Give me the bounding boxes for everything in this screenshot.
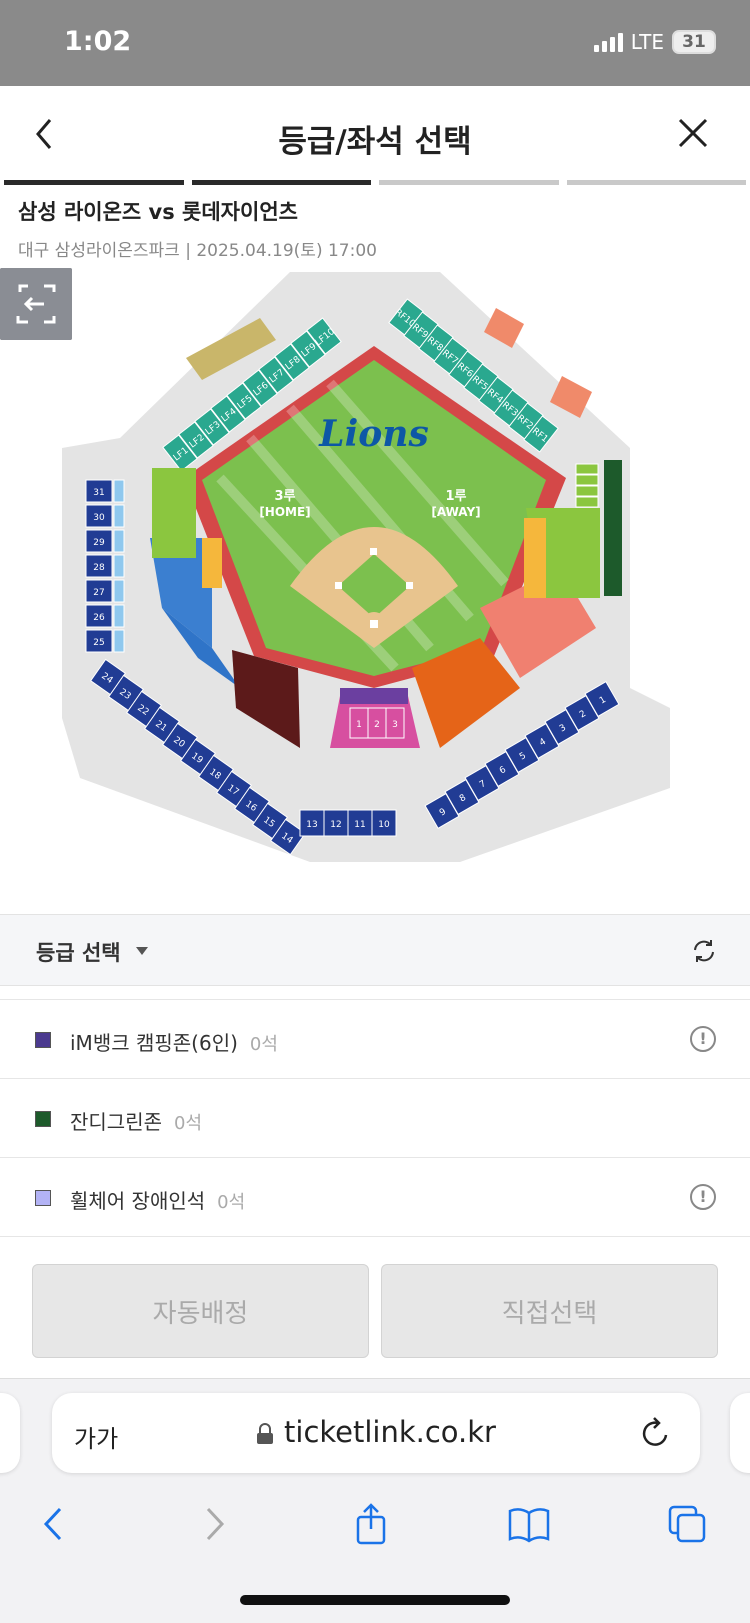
section-h3-label: 3: [392, 720, 398, 730]
lock-icon: [257, 1423, 274, 1444]
reload-icon[interactable]: [640, 1415, 672, 1451]
section-30-label: 30: [93, 513, 105, 523]
event-info: 삼성 라이온즈 vs 롯데자이언츠 대구 삼성라이온즈파크 | 2025.04.…: [18, 196, 377, 261]
battery-icon: 31: [672, 30, 716, 54]
first-base-outfield-rows: [575, 463, 599, 508]
section-31-aisle[interactable]: [113, 479, 125, 503]
section-10-label: 10: [378, 820, 390, 830]
grade-select-header[interactable]: 등급 선택: [0, 914, 750, 986]
info-icon[interactable]: !: [690, 1026, 716, 1052]
action-buttons: 자동배정 직접선택: [32, 1264, 718, 1358]
third-base-yellow-block: [202, 538, 222, 588]
step-indicator-4: [566, 180, 746, 185]
url-text: ticketlink.co.kr: [284, 1415, 496, 1449]
third-base-sublabel: [HOME]: [259, 505, 310, 519]
grade-item[interactable]: iM뱅크 캠핑존(6인) 0석 !: [0, 999, 750, 1079]
auto-assign-button[interactable]: 자동배정: [32, 1264, 369, 1358]
section-12-label: 12: [330, 820, 341, 830]
info-icon[interactable]: !: [690, 1184, 716, 1210]
section-29-label: 29: [93, 538, 105, 548]
section-28-aisle[interactable]: [113, 554, 125, 578]
section-30-aisle[interactable]: [113, 504, 125, 528]
grade-color-swatch: [35, 1190, 51, 1206]
grass-green-zone: [604, 460, 622, 596]
second-base: [370, 548, 377, 555]
home-plate-sections: 1 2 3: [349, 707, 405, 739]
first-base-yellow-block: [524, 518, 546, 598]
step-indicator-2: [191, 180, 371, 185]
section-31-label: 31: [93, 488, 104, 498]
grade-seat-count: 0석: [174, 1113, 203, 1134]
grade-name: 휠체어 장애인석: [70, 1189, 206, 1213]
previous-tab-card[interactable]: [0, 1393, 20, 1473]
tabs-icon[interactable]: [664, 1501, 710, 1547]
section-27-label: 27: [93, 588, 104, 598]
grade-name: iM뱅크 캠핑존(6인): [70, 1031, 238, 1055]
address-bar[interactable]: 가가 ticketlink.co.kr: [52, 1393, 700, 1473]
section-26-aisle[interactable]: [113, 604, 125, 628]
stadium-map[interactable]: LF1LF2LF3LF4LF5LF6LF7LF8LF9LF10 RF10RF9R…: [0, 268, 750, 898]
section-27-aisle[interactable]: [113, 579, 125, 603]
first-base-sublabel: [AWAY]: [431, 505, 480, 519]
grade-color-swatch: [35, 1032, 51, 1048]
grade-name: 잔디그린존: [70, 1110, 162, 1134]
grade-list: iM뱅크 캠핑존(6인) 0석 ! 잔디그린존 0석 휠체어 장애인석 0석 !: [0, 999, 750, 1237]
forward-nav-icon[interactable]: [190, 1501, 236, 1547]
page-title: 등급/좌석 선택: [278, 124, 472, 160]
status-indicators: LTE 31: [593, 30, 716, 54]
grade-item[interactable]: 잔디그린존 0석: [0, 1078, 750, 1158]
section-h2-label: 2: [374, 720, 380, 730]
browser-toolbar: [0, 1491, 750, 1561]
grade-select-title[interactable]: 등급 선택: [36, 937, 121, 967]
home-indicator: [240, 1595, 510, 1605]
next-tab-card[interactable]: [730, 1393, 750, 1473]
step-progress: [4, 180, 746, 185]
third-base-green-block: [152, 468, 196, 558]
first-base: [406, 582, 413, 589]
grade-color-swatch: [35, 1111, 51, 1127]
page-header: 등급/좌석 선택: [0, 86, 750, 182]
home-plate: [370, 620, 378, 628]
section-25-label: 25: [93, 638, 104, 648]
section-h1-label: 1: [356, 720, 362, 730]
third-base-outfield-rows: 31 30 29 28 27 26 25: [85, 479, 125, 653]
step-indicator-1: [4, 180, 184, 185]
chevron-down-icon[interactable]: [136, 947, 148, 955]
share-icon[interactable]: [348, 1501, 394, 1547]
grade-item[interactable]: 휠체어 장애인석 0석 !: [0, 1157, 750, 1237]
home-purple-section: [340, 688, 408, 704]
event-venue-datetime: 대구 삼성라이온즈파크 | 2025.04.19(토) 17:00: [18, 241, 377, 261]
expand-map-icon[interactable]: [0, 268, 72, 340]
section-r11[interactable]: [575, 474, 599, 486]
grade-seat-count: 0석: [249, 1034, 278, 1055]
first-base-label: 1루: [445, 489, 466, 504]
signal-icon: [593, 32, 623, 52]
section-r12[interactable]: [575, 463, 599, 475]
third-base: [335, 582, 342, 589]
browser-chrome: 가가 ticketlink.co.kr: [0, 1378, 750, 1623]
section-r10[interactable]: [575, 485, 599, 497]
third-base-label: 3루: [274, 489, 295, 504]
section-26-label: 26: [93, 613, 105, 623]
bookmarks-icon[interactable]: [506, 1501, 552, 1547]
section-13-label: 13: [306, 820, 317, 830]
status-bar: 1:02 LTE 31: [0, 0, 750, 86]
manual-select-button[interactable]: 직접선택: [381, 1264, 718, 1358]
seat-map[interactable]: LF1 LF2 LF3 LF4 LF5 LF6 LF7 LF8 LF9 LF10 RF10 RF9 R…: [0, 268, 750, 898]
refresh-icon[interactable]: [690, 937, 718, 965]
section-11-label: 11: [354, 820, 365, 830]
grade-seat-count: 0석: [217, 1192, 246, 1213]
event-title: 삼성 라이온즈 vs 롯데자이언츠: [18, 200, 298, 224]
back-nav-icon[interactable]: [32, 1501, 78, 1547]
section-28-label: 28: [93, 563, 105, 573]
team-logo: Lions: [318, 413, 428, 455]
status-time: 1:02: [64, 26, 132, 57]
step-indicator-3: [379, 180, 559, 185]
close-icon[interactable]: [676, 116, 710, 150]
network-label: LTE: [630, 30, 664, 54]
section-r9[interactable]: [575, 496, 599, 508]
section-29-aisle[interactable]: [113, 529, 125, 553]
section-25-aisle[interactable]: [113, 629, 125, 653]
